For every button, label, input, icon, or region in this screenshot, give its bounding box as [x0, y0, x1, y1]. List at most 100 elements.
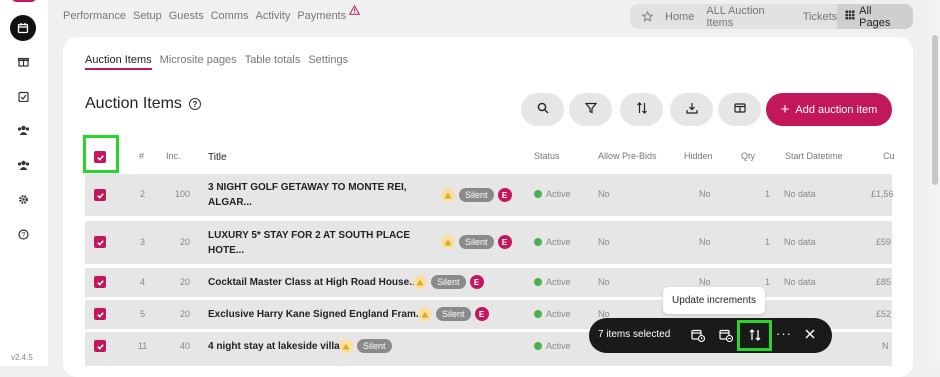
all-pages-button[interactable]: All Pages: [837, 4, 913, 29]
row-status: Active: [534, 237, 571, 247]
search-button[interactable]: [521, 93, 564, 126]
add-auction-item-button[interactable]: + Add auction item: [766, 93, 892, 126]
row-title[interactable]: 4 night stay at lakeside villa: [208, 339, 340, 354]
schedule-start-icon[interactable]: [691, 328, 706, 345]
row-hidden: No: [699, 237, 711, 247]
status-dot: [534, 342, 542, 350]
nav-performance[interactable]: Performance: [63, 10, 126, 22]
row-status: Active: [534, 341, 571, 351]
row-num: 4: [140, 277, 146, 287]
row-current: £1,56: [871, 189, 894, 199]
guests-icon[interactable]: [15, 122, 31, 138]
row-inc: 40: [180, 341, 191, 351]
warning-icon: [413, 275, 427, 289]
star-icon[interactable]: [642, 11, 653, 22]
row-title-line2[interactable]: ALGAR...: [208, 195, 407, 210]
header-start-datetime[interactable]: Start Datetime: [785, 151, 843, 161]
nav-payments[interactable]: Payments: [297, 10, 346, 22]
header-num: #: [139, 151, 145, 161]
highlight-box-select-all: [83, 135, 119, 173]
e-badge: E: [469, 275, 484, 289]
row-title[interactable]: Cocktail Master Class at High Road House…: [208, 275, 418, 290]
sort-button[interactable]: [620, 93, 663, 126]
nav-guests[interactable]: Guests: [169, 10, 204, 22]
row-badges: Silent: [339, 339, 392, 353]
all-pages-label: All Pages: [859, 4, 891, 29]
header-allow-prebids[interactable]: Allow Pre-Bids: [598, 151, 657, 161]
tab-microsite-pages[interactable]: Microsite pages: [160, 54, 237, 70]
nav-setup[interactable]: Setup: [133, 10, 162, 22]
nav-comms[interactable]: Comms: [211, 10, 249, 22]
settings-gear-icon[interactable]: [15, 191, 31, 207]
header-current[interactable]: Cu: [883, 151, 895, 161]
row-hidden: No: [699, 277, 711, 287]
plus-icon: +: [780, 100, 790, 118]
row-title[interactable]: Exclusive Harry Kane Signed England Fram…: [208, 307, 424, 322]
row-title-line2[interactable]: HOTE...: [208, 243, 410, 258]
svg-text:?: ?: [21, 232, 25, 239]
question-icon[interactable]: ?: [188, 98, 201, 110]
row-title-line1[interactable]: LUXURY 5* STAY FOR 2 AT SOUTH PLACE: [208, 228, 410, 243]
more-icon[interactable]: ···: [776, 326, 792, 341]
row-current: £52: [876, 309, 892, 319]
table-row[interactable]: 2 100 3 NIGHT GOLF GETAWAY TO MONTE REI,…: [85, 174, 894, 216]
row-checkbox[interactable]: [94, 189, 106, 201]
version-label: v2.4.5: [11, 353, 33, 362]
page-title-group: Auction Items ?: [85, 95, 201, 113]
scrollbar-thumb[interactable]: [932, 35, 938, 185]
header-qty[interactable]: Qty: [741, 151, 755, 161]
row-checkbox[interactable]: [94, 308, 106, 320]
calendar-icon[interactable]: [10, 15, 36, 41]
team-icon[interactable]: [15, 157, 31, 173]
nav-activity[interactable]: Activity: [255, 10, 290, 22]
tab-table-totals[interactable]: Table totals: [245, 54, 301, 70]
row-num: 3: [140, 237, 146, 247]
tab-settings[interactable]: Settings: [308, 54, 348, 70]
table-row[interactable]: 4 20 Cocktail Master Class at High Road …: [85, 268, 892, 297]
selected-count: 7 items selected: [598, 329, 671, 340]
row-checkbox[interactable]: [94, 340, 106, 352]
breadcrumb-bar: Home ALL Auction Items Tickets All Pages: [630, 4, 913, 29]
row-badges: Silent E: [413, 275, 484, 289]
close-icon[interactable]: [805, 329, 815, 342]
row-checkbox[interactable]: [94, 236, 106, 248]
checklist-icon[interactable]: [15, 88, 31, 104]
breadcrumb-home[interactable]: Home: [665, 11, 694, 23]
download-button[interactable]: [670, 93, 713, 126]
row-status-label: Active: [546, 277, 571, 287]
filter-button[interactable]: [569, 93, 612, 126]
tab-auction-items[interactable]: Auction Items: [85, 54, 152, 70]
table-row[interactable]: 3 20 LUXURY 5* STAY FOR 2 AT SOUTH PLACE…: [85, 221, 892, 264]
header-title[interactable]: Title: [208, 152, 227, 163]
help-icon[interactable]: ?: [15, 226, 31, 242]
row-badges: Silent E: [441, 188, 512, 202]
gift-icon[interactable]: [15, 53, 31, 69]
row-status-label: Active: [546, 189, 571, 199]
e-badge: E: [497, 188, 512, 202]
row-status-label: Active: [546, 237, 571, 247]
row-title-line1[interactable]: 3 NIGHT GOLF GETAWAY TO MONTE REI,: [208, 180, 407, 195]
status-dot: [534, 310, 542, 318]
row-current: N: [882, 341, 889, 351]
header-status[interactable]: Status: [534, 151, 560, 161]
warning-icon: [418, 307, 432, 321]
columns-button[interactable]: [718, 93, 761, 126]
silent-badge: Silent: [459, 188, 494, 202]
row-qty: 1: [765, 277, 771, 287]
row-start: No data: [784, 237, 816, 247]
breadcrumb-tickets[interactable]: Tickets: [803, 11, 837, 23]
schedule-end-icon[interactable]: [719, 328, 734, 345]
warning-icon: [339, 339, 353, 353]
row-checkbox[interactable]: [94, 276, 106, 288]
header-hidden[interactable]: Hidden: [684, 151, 713, 161]
status-dot: [534, 190, 542, 198]
row-num: 11: [138, 341, 148, 351]
row-prebids: No: [598, 277, 610, 287]
row-prebids: No: [598, 237, 610, 247]
row-start: No data: [784, 277, 816, 287]
grid-icon: [845, 10, 855, 23]
row-badges: Silent E: [441, 235, 512, 249]
breadcrumb-all-auction-items[interactable]: ALL Auction Items: [706, 5, 790, 29]
row-inc: 20: [180, 277, 191, 287]
page-title: Auction Items: [85, 95, 182, 112]
